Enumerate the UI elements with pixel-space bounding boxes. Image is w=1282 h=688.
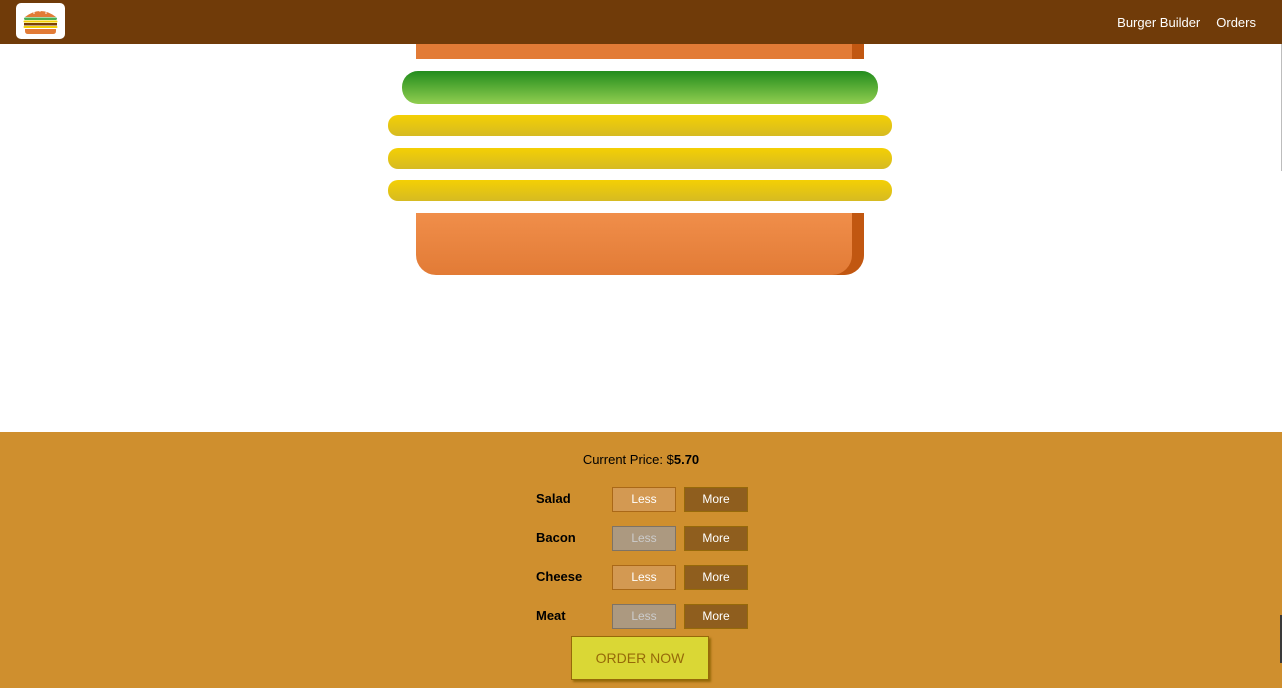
- burger-preview: [0, 44, 1282, 432]
- less-salad-button[interactable]: Less: [612, 487, 676, 512]
- cheese-layer: [388, 148, 892, 169]
- toolbar: Burger Builder Orders: [0, 0, 1282, 44]
- control-label: Meat: [536, 608, 566, 623]
- more-bacon-button[interactable]: More: [684, 526, 748, 551]
- nav-menu: Burger Builder Orders: [1101, 0, 1256, 44]
- more-salad-button[interactable]: More: [684, 487, 748, 512]
- less-bacon-button[interactable]: Less: [612, 526, 676, 551]
- bread-top: [416, 44, 864, 59]
- build-controls: Current Price: $5.70 Salad Less More Bac…: [0, 432, 1282, 688]
- current-price: Current Price: $5.70: [582, 452, 700, 467]
- nav-link-burger-builder[interactable]: Burger Builder: [1117, 15, 1200, 30]
- less-meat-button[interactable]: Less: [612, 604, 676, 629]
- salad-layer: [402, 71, 878, 104]
- cheese-layer: [388, 115, 892, 136]
- burger-logo-icon[interactable]: [16, 3, 65, 39]
- more-cheese-button[interactable]: More: [684, 565, 748, 590]
- less-cheese-button[interactable]: Less: [612, 565, 676, 590]
- control-label: Salad: [536, 491, 571, 506]
- nav-link-orders[interactable]: Orders: [1216, 15, 1256, 30]
- bread-bottom: [416, 213, 864, 275]
- cheese-layer: [388, 180, 892, 201]
- price-value: 5.70: [673, 452, 700, 467]
- order-now-button[interactable]: ORDER NOW: [571, 636, 709, 680]
- more-meat-button[interactable]: More: [684, 604, 748, 629]
- control-label: Bacon: [536, 530, 576, 545]
- control-label: Cheese: [536, 569, 583, 584]
